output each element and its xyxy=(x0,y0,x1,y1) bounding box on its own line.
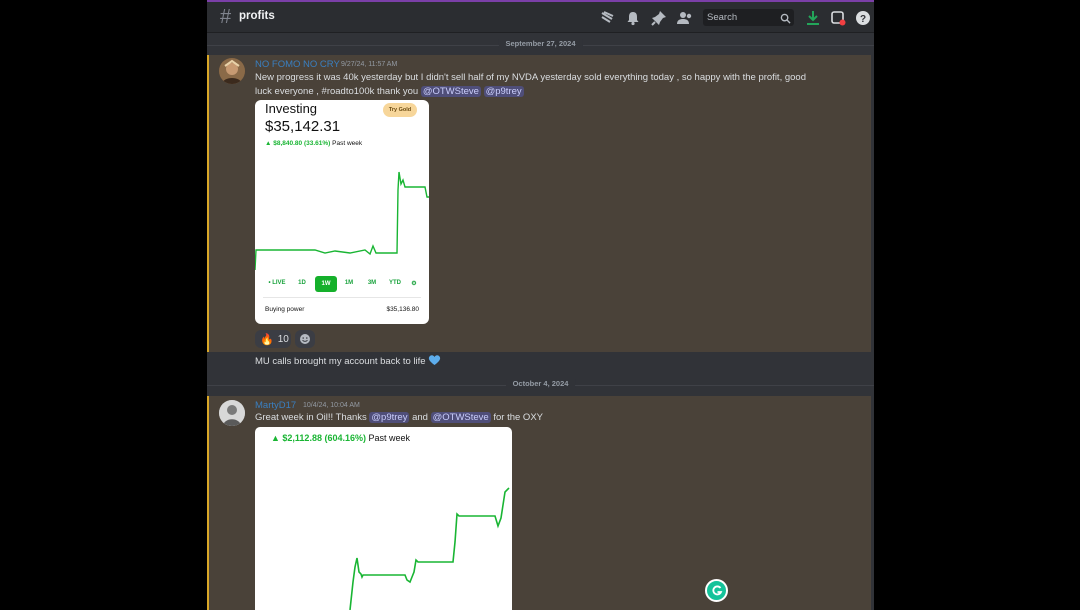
search-input[interactable]: Search xyxy=(703,9,794,26)
followup-text: MU calls brought my account back to life xyxy=(255,356,426,367)
followup-message: MU calls brought my account back to life xyxy=(255,354,441,369)
change-amount: ▲ $8,840.80 (33.61%) xyxy=(265,140,331,147)
range-1m[interactable]: 1M xyxy=(340,275,358,291)
fire-emoji: 🔥 xyxy=(260,333,274,346)
chart-settings-icon[interactable]: ⚙ xyxy=(407,275,421,291)
range-1w[interactable]: 1W xyxy=(315,276,337,292)
date-divider: September 27, 2024 xyxy=(207,36,874,54)
bell-icon[interactable] xyxy=(624,9,642,27)
channel-header: # profits Search ? xyxy=(207,2,874,33)
change-row: ▲ $2,112.88 (604.16%) Past week xyxy=(271,433,410,443)
username[interactable]: MartyD17 xyxy=(255,400,296,411)
buying-power-value: $35,136.80 xyxy=(386,306,419,313)
add-reaction-button[interactable] xyxy=(295,330,315,348)
message-line: luck everyone , #roadto100k thank you @O… xyxy=(255,85,865,99)
date-divider-label: October 4, 2024 xyxy=(505,379,576,388)
buying-power-label: Buying power xyxy=(265,306,305,313)
change-row: ▲ $8,840.80 (33.61%) Past week xyxy=(265,140,362,147)
message-text-segment: luck everyone , #roadto100k thank you xyxy=(255,86,419,97)
grammarly-icon[interactable] xyxy=(705,579,728,602)
gain-chart xyxy=(349,487,510,610)
period-label: Past week xyxy=(368,433,411,443)
blue-heart-icon xyxy=(428,355,441,367)
range-1d[interactable]: 1D xyxy=(293,275,311,291)
message-text: Great week in Oil!! Thanks @p9trey and @… xyxy=(255,411,543,425)
card-divider xyxy=(263,297,421,298)
user-mention[interactable]: @p9trey xyxy=(483,86,524,97)
search-placeholder: Search xyxy=(707,12,738,23)
range-live[interactable]: • LIVE xyxy=(265,275,289,291)
timestamp: 9/27/24, 11:57 AM xyxy=(341,61,398,68)
try-gold-button[interactable]: Try Gold xyxy=(383,103,417,117)
username[interactable]: NO FOMO NO CRY xyxy=(255,59,340,70)
hashtag-icon: # xyxy=(220,6,232,28)
portfolio-value: $35,142.31 xyxy=(265,118,341,135)
threads-icon[interactable] xyxy=(598,9,616,27)
card-title: Investing xyxy=(265,101,318,116)
date-divider-label: September 27, 2024 xyxy=(498,39,583,48)
smiley-add-icon xyxy=(300,334,310,344)
pin-icon[interactable] xyxy=(650,9,668,27)
range-3m[interactable]: 3M xyxy=(363,275,381,291)
download-icon[interactable] xyxy=(804,9,822,27)
inbox-icon[interactable] xyxy=(829,9,847,27)
oil-gain-screenshot[interactable]: ▲ $2,112.88 (604.16%) Past week xyxy=(255,427,512,610)
avatar[interactable] xyxy=(219,58,245,84)
discord-app: # profits Search ? September 27, 2024 NO… xyxy=(207,0,874,610)
message-line: New progress it was 40k yesterday but I … xyxy=(255,72,806,83)
portfolio-chart xyxy=(255,171,429,271)
timestamp: 10/4/24, 10:04 AM xyxy=(303,402,360,409)
user-mention[interactable]: @OTWSteve xyxy=(430,412,491,423)
range-ytd[interactable]: YTD xyxy=(386,275,404,291)
help-icon[interactable]: ? xyxy=(854,9,872,27)
search-icon xyxy=(780,11,791,29)
svg-text:?: ? xyxy=(860,14,866,25)
date-divider: October 4, 2024 xyxy=(207,376,874,394)
user-mention[interactable]: @OTWSteve xyxy=(420,86,481,97)
reaction-fire[interactable]: 🔥 10 xyxy=(255,330,291,348)
message-text-segment: and xyxy=(412,412,428,423)
investing-screenshot[interactable]: Investing Try Gold $35,142.31 ▲ $8,840.8… xyxy=(255,100,429,324)
avatar[interactable] xyxy=(219,400,245,426)
members-icon[interactable] xyxy=(676,9,694,27)
channel-name: profits xyxy=(239,10,275,22)
message-text-segment: Great week in Oil!! Thanks xyxy=(255,412,367,423)
period-label: Past week xyxy=(332,140,363,147)
user-mention[interactable]: @p9trey xyxy=(369,412,410,423)
message-text: New progress it was 40k yesterday but I … xyxy=(255,71,865,99)
reaction-count: 10 xyxy=(277,333,289,345)
change-amount: ▲ $2,112.88 (604.16%) xyxy=(271,433,366,443)
message-text-segment: for the OXY xyxy=(493,412,543,423)
